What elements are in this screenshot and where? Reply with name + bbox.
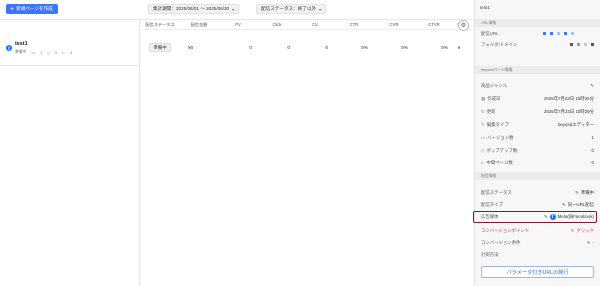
updated-row: ↻ 更新 2025年7月23日 15時29分 — [475, 106, 600, 117]
col-cv: CV — [312, 22, 318, 27]
col-ctvr: CTVR — [428, 22, 440, 27]
measure-row: 計測方法 — [475, 249, 600, 260]
url-label: 配信URL — [481, 30, 499, 36]
popup-count: 0 — [55, 50, 58, 55]
version-icon: ▭ — [481, 134, 486, 140]
updated-label: 更新 — [486, 108, 496, 114]
popup-icon: ◇ — [47, 51, 51, 55]
popup-label: ポップアップ数 — [486, 147, 518, 153]
measure-label: 計測方法 — [481, 251, 499, 257]
create-page-label: 新規ページを作成 — [16, 6, 53, 11]
edit-icon: ✎ — [481, 121, 485, 127]
period-label: 集計期間：2025/06/01 〜 2025/06/30 — [153, 6, 230, 11]
conversion-row: コンバージョンポイント ✎ クリック — [475, 225, 600, 236]
status-row: 配信ステータス ✎ 準備中 — [475, 187, 600, 198]
version-icon: ▭ — [31, 51, 35, 55]
row-ctvr: 0% — [441, 45, 448, 51]
condition-edit-icon[interactable]: ✎ — [587, 240, 591, 246]
popup-value: 0 — [591, 148, 594, 153]
plus-icon: + — [10, 5, 15, 13]
popup-row: ◇ ポップアップ数 0 — [475, 145, 600, 156]
type-label: 配信タイプ — [481, 201, 503, 207]
beyond-section-header: beyondページ情報 — [475, 66, 600, 74]
genre-row: 商品ジャンル ✎ — [475, 80, 600, 91]
row-ctr: 0% — [361, 45, 368, 51]
col-cvr: CVR — [389, 22, 399, 27]
page-name: test1 — [15, 41, 28, 47]
col-status: 配信ステータス — [145, 21, 175, 27]
table-header: 配信ステータス 配信金額 PV Click CV CTR CVR CTVR C — [140, 20, 474, 30]
page-list-item[interactable]: f test1 準備中 ▭ 1 ◇ 0 ▻ 0 — [0, 36, 139, 66]
midpage-icon: ▻ — [481, 159, 485, 165]
folder-label: フォルダ/ドメイン — [481, 41, 518, 47]
folder-row: フォルダ/ドメイン — [475, 39, 600, 50]
midpage-count: 0 — [70, 50, 73, 55]
type-row: 配信タイプ ✎ 同一URL配信 — [475, 199, 600, 210]
col-ctr: CTR — [349, 22, 359, 27]
row-cv: 0 — [325, 45, 328, 51]
row-cvr: 0% — [401, 45, 408, 51]
table-row[interactable]: 準備中 ¥0 0 0 0 0% 0% 0% ¥ — [140, 40, 474, 56]
condition-value: - — [592, 240, 594, 245]
row-amount: ¥0 — [188, 45, 194, 51]
version-value: 1 — [591, 135, 594, 140]
genre-label: 商品ジャンル — [481, 82, 508, 88]
url-section-header: URL情報 — [475, 19, 600, 27]
version-count: 1 — [39, 50, 43, 55]
status-value: 準備中 — [580, 189, 594, 195]
col-pv: PV — [235, 22, 241, 27]
status-filter-label: 配信ステータス：終了以外 — [261, 6, 317, 11]
version-label: バージョン数 — [487, 134, 514, 140]
calendar-icon: ▦ — [481, 95, 486, 101]
genre-edit-icon[interactable]: ✎ — [590, 83, 594, 89]
detail-title: test1 — [480, 5, 490, 10]
page-meta: 準備中 ▭ 1 ◇ 0 ▻ 0 — [15, 50, 72, 55]
facebook-icon: f — [6, 45, 12, 51]
create-page-button[interactable]: + 新規ページを作成 — [6, 4, 58, 14]
conversion-value: クリック — [576, 227, 594, 233]
condition-row: コンバージョン条件 ✎ - — [475, 237, 600, 248]
col-amount: 配信金額 — [190, 21, 208, 27]
url-row: 配信URL — [475, 28, 600, 39]
updated-value: 2025年7月23日 15時29分 — [543, 108, 594, 114]
col-click: Click — [272, 22, 282, 27]
issue-param-url-button[interactable]: パラメータ付きURLの発行 — [481, 266, 594, 278]
settings-gear-icon[interactable]: ⚙ — [458, 20, 469, 31]
midpage-row: ▻ 中間ページ数 0 — [475, 157, 600, 168]
url-blocks[interactable] — [541, 31, 574, 36]
version-row: ▭ バージョン数 1 — [475, 132, 600, 143]
status-filter[interactable]: 配信ステータス：終了以外 ▾ — [256, 4, 327, 14]
created-row: ▦ 作成日 2025年7月23日 15時25分 — [475, 93, 600, 104]
created-label: 作成日 — [487, 95, 501, 101]
row-c: ¥ — [457, 45, 461, 51]
folder-blocks — [568, 42, 594, 47]
conversion-label: コンバージョンポイント — [481, 227, 530, 233]
delivery-section-header: 配信情報 — [475, 172, 600, 180]
created-value: 2025年7月23日 15時25分 — [543, 95, 594, 101]
edit-type-label: 編集タイプ — [486, 121, 509, 127]
edit-type-value: beyondエディター — [557, 121, 594, 127]
conversion-edit-icon[interactable]: ✎ — [571, 228, 575, 234]
chevron-down-icon: ▾ — [319, 6, 322, 12]
type-value: 同一URL配信 — [567, 201, 594, 207]
status-edit-icon[interactable]: ✎ — [575, 190, 579, 196]
page-status: 準備中 — [15, 50, 27, 54]
edit-type-row: ✎ 編集タイプ beyondエディター — [475, 119, 600, 130]
popup-icon: ◇ — [481, 147, 485, 153]
status-label: 配信ステータス — [481, 189, 512, 195]
type-edit-icon[interactable]: ✎ — [562, 202, 566, 208]
row-status-cell: 準備中 — [140, 43, 180, 52]
period-selector[interactable]: 集計期間：2025/06/01 〜 2025/06/30 ▾ — [148, 4, 240, 14]
midpage-value: 0 — [591, 160, 594, 165]
refresh-icon: ↻ — [481, 108, 485, 114]
chevron-down-icon: ▾ — [232, 6, 235, 12]
condition-label: コンバージョン条件 — [481, 239, 521, 245]
row-pv: 0 — [249, 45, 252, 51]
midpage-icon: ▻ — [62, 51, 66, 55]
media-highlight-box — [473, 211, 597, 223]
status-badge: 準備中 — [149, 43, 171, 52]
row-click: 0 — [287, 45, 290, 51]
midpage-label: 中間ページ数 — [486, 159, 513, 165]
